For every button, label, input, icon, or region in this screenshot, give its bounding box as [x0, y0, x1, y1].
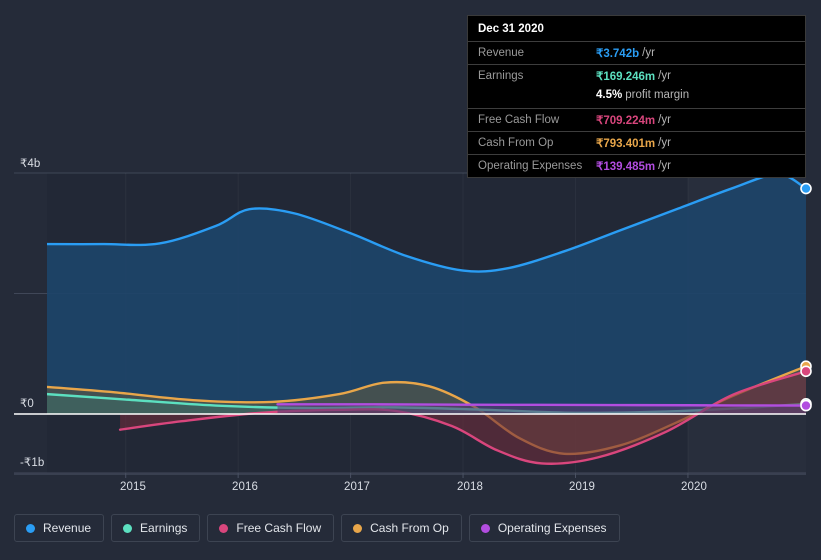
tooltip-value-revenue: ₹3.742b [596, 48, 640, 60]
tooltip-unit-revenue: /yr [642, 47, 655, 59]
tooltip-key-operating-expenses: Operating Expenses [478, 160, 583, 172]
legend-dot-operating-expenses [480, 523, 490, 533]
tooltip-key-earnings: Earnings [478, 70, 524, 82]
tooltip-row-free-cash-flow: Free Cash Flow ₹709.224m /yr [468, 108, 805, 131]
legend-dot-earnings [123, 523, 133, 533]
y-axis-label-0: ₹0 [20, 398, 34, 410]
legend-label-revenue: Revenue [43, 521, 92, 535]
legend-label-cash-from-op: Cash From Op [370, 521, 449, 535]
legend-item-revenue[interactable]: Revenue [14, 514, 105, 542]
legend-label-earnings: Earnings [140, 521, 188, 535]
tooltip-value-earnings: ₹169.246m [596, 71, 656, 83]
legend-item-cash-from-op[interactable]: Cash From Op [341, 514, 462, 542]
legend-dot-cash-from-op [353, 523, 363, 533]
y-axis-label-neg-1b: -₹1b [20, 457, 45, 469]
tooltip-unit-earnings: /yr [658, 70, 671, 82]
tooltip-value-free-cash-flow: ₹709.224m [596, 115, 656, 127]
x-axis-label-2020: 2020 [681, 481, 707, 493]
tooltip-date: Dec 31 2020 [478, 23, 544, 35]
tooltip-row-revenue: Revenue ₹3.742b /yr [468, 41, 805, 64]
tooltip-unit-cash-from-op: /yr [658, 137, 671, 149]
legend-dot-revenue [26, 523, 35, 533]
legend-item-free-cash-flow[interactable]: Free Cash Flow [207, 514, 335, 542]
tooltip-key-free-cash-flow: Free Cash Flow [478, 114, 560, 126]
tooltip-unit-operating-expenses: /yr [658, 160, 671, 172]
chart-legend: Revenue Earnings Free Cash Flow Cash Fro… [14, 514, 620, 542]
tooltip-row-cash-from-op: Cash From Op ₹793.401m /yr [468, 131, 805, 154]
x-axis-label-2017: 2017 [344, 481, 370, 493]
data-point-tooltip: Dec 31 2020 Revenue ₹3.742b /yr Earnings… [467, 15, 806, 178]
y-axis-label-4b: ₹4b [20, 158, 41, 170]
tooltip-label-profit-margin: profit margin [625, 89, 690, 101]
tooltip-row-earnings: Earnings ₹169.246m /yr [468, 64, 805, 87]
legend-label-operating-expenses: Operating Expenses [497, 521, 607, 535]
financial-chart: ₹4b ₹0 -₹1b 2015 2016 2017 2018 2019 202… [0, 0, 821, 560]
legend-item-operating-expenses[interactable]: Operating Expenses [468, 514, 620, 542]
x-axis-label-2019: 2019 [569, 481, 595, 493]
tooltip-value-cash-from-op: ₹793.401m [596, 138, 656, 150]
tooltip-value-operating-expenses: ₹139.485m [596, 161, 656, 173]
tooltip-row-profit-margin: 4.5% profit margin [468, 87, 805, 108]
tooltip-key-revenue: Revenue [478, 47, 525, 59]
legend-dot-free-cash-flow [219, 523, 229, 533]
tooltip-row-operating-expenses: Operating Expenses ₹139.485m /yr [468, 154, 805, 177]
x-axis-label-2018: 2018 [457, 481, 483, 493]
tooltip-key-cash-from-op: Cash From Op [478, 137, 554, 149]
x-axis-label-2016: 2016 [232, 481, 258, 493]
legend-item-earnings[interactable]: Earnings [111, 514, 201, 542]
x-axis-label-2015: 2015 [120, 481, 146, 493]
tooltip-value-profit-margin: 4.5% [596, 89, 623, 101]
legend-label-free-cash-flow: Free Cash Flow [236, 521, 322, 535]
tooltip-unit-free-cash-flow: /yr [658, 114, 671, 126]
